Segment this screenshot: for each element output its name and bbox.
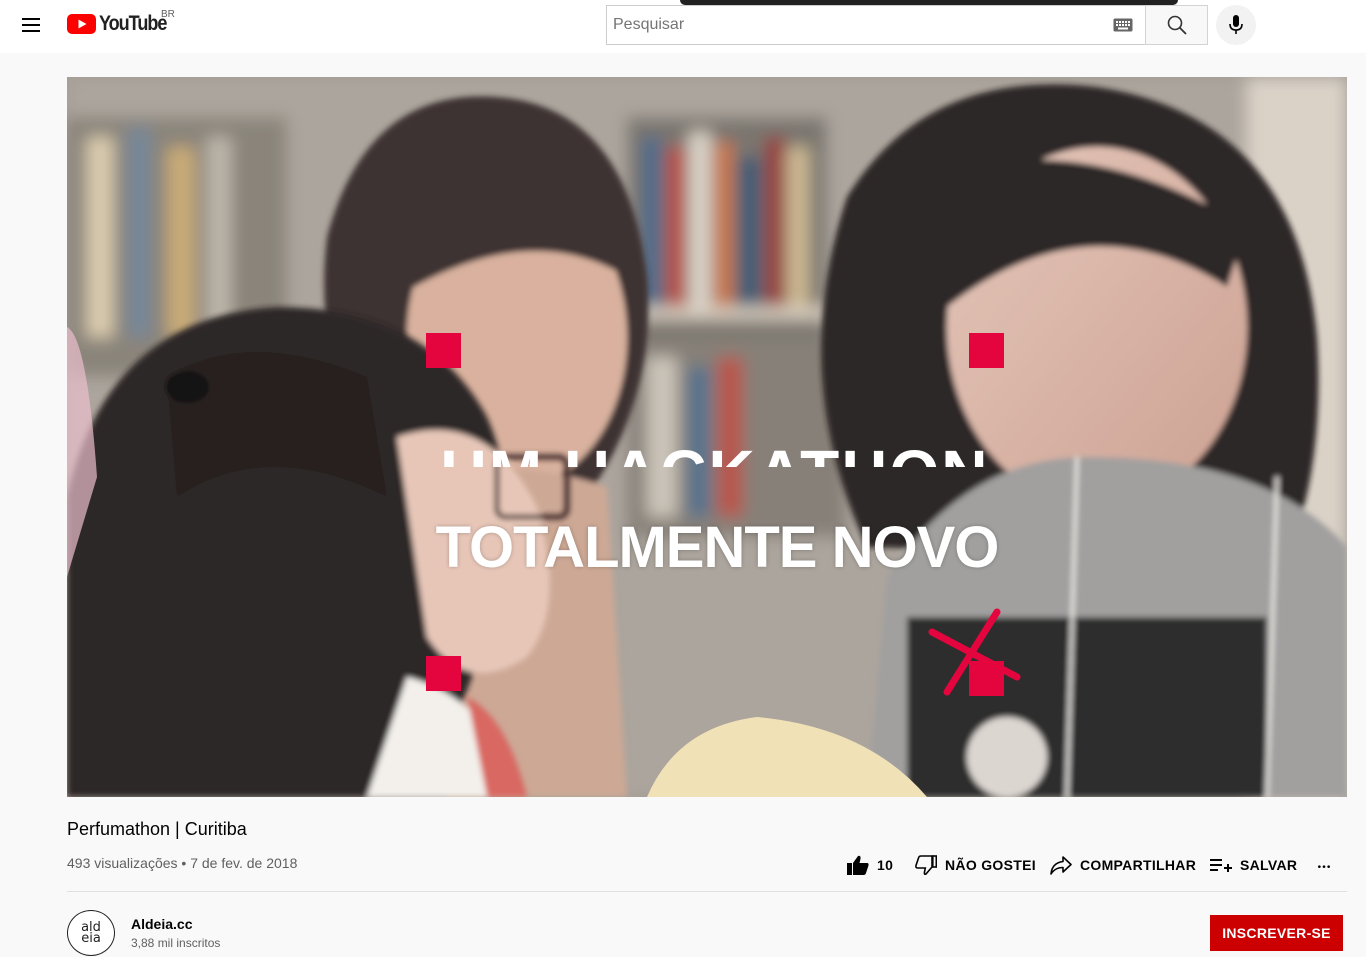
video-title: Perfumathon | Curitiba xyxy=(67,819,247,839)
channel-name[interactable]: Aldeia.cc xyxy=(131,916,192,932)
share-button[interactable]: COMPARTILHAR xyxy=(1050,851,1196,879)
like-button[interactable]: 10 xyxy=(847,851,893,879)
accent-square-bottom-right xyxy=(969,661,1004,696)
share-label: COMPARTILHAR xyxy=(1080,857,1197,873)
save-label: SALVAR xyxy=(1240,857,1298,873)
voice-search-button[interactable] xyxy=(1216,5,1256,45)
info-divider xyxy=(67,891,1347,892)
search-box[interactable] xyxy=(606,5,1145,45)
country-code: BR xyxy=(161,9,175,20)
video-player[interactable]: UM HACKATHON TOTALMENTE NOVO xyxy=(67,77,1347,797)
accent-square-bottom-left xyxy=(426,656,461,691)
search-button[interactable] xyxy=(1145,5,1208,45)
video-overlay-line-2: TOTALMENTE NOVO xyxy=(435,515,1000,580)
more-actions-button[interactable] xyxy=(1318,852,1338,880)
subscribe-button[interactable]: INSCREVER-SE xyxy=(1210,915,1343,951)
share-icon xyxy=(1050,856,1072,875)
microphone-icon xyxy=(1229,15,1243,34)
keyboard-icon[interactable] xyxy=(1113,18,1133,32)
masthead: YouTube BR xyxy=(0,0,1366,53)
search-input[interactable] xyxy=(607,7,1097,43)
dislike-button[interactable]: NÃO GOSTEI xyxy=(915,851,1036,879)
thumbs-down-icon xyxy=(915,855,937,875)
accent-square-top-right xyxy=(969,333,1004,368)
more-horizontal-icon xyxy=(1318,865,1330,868)
avatar-text-line-2: eia xyxy=(81,931,101,946)
subscriber-count: 3,88 mil inscritos xyxy=(131,936,221,950)
accent-square-top-left xyxy=(426,333,461,368)
dislike-label: NÃO GOSTEI xyxy=(945,857,1036,873)
search-icon xyxy=(1167,15,1187,35)
save-button[interactable]: SALVAR xyxy=(1210,851,1297,879)
view-count: 493 visualizações xyxy=(67,855,178,871)
channel-avatar[interactable]: ald eia xyxy=(67,910,115,956)
thumbs-up-icon xyxy=(847,855,869,875)
video-overlay-line-1-text: UM HACKATHON xyxy=(415,441,1015,467)
video-meta: 493 visualizações • 7 de fev. de 2018 xyxy=(67,855,297,871)
youtube-play-icon xyxy=(67,14,96,34)
logo-text: YouTube xyxy=(99,12,167,35)
like-count: 10 xyxy=(877,857,894,873)
meta-separator: • xyxy=(181,855,187,871)
menu-icon[interactable] xyxy=(14,8,48,42)
publish-date: 7 de fev. de 2018 xyxy=(190,855,298,871)
playlist-add-icon xyxy=(1210,859,1232,872)
video-overlay-line-1: UM HACKATHON xyxy=(415,437,1015,467)
